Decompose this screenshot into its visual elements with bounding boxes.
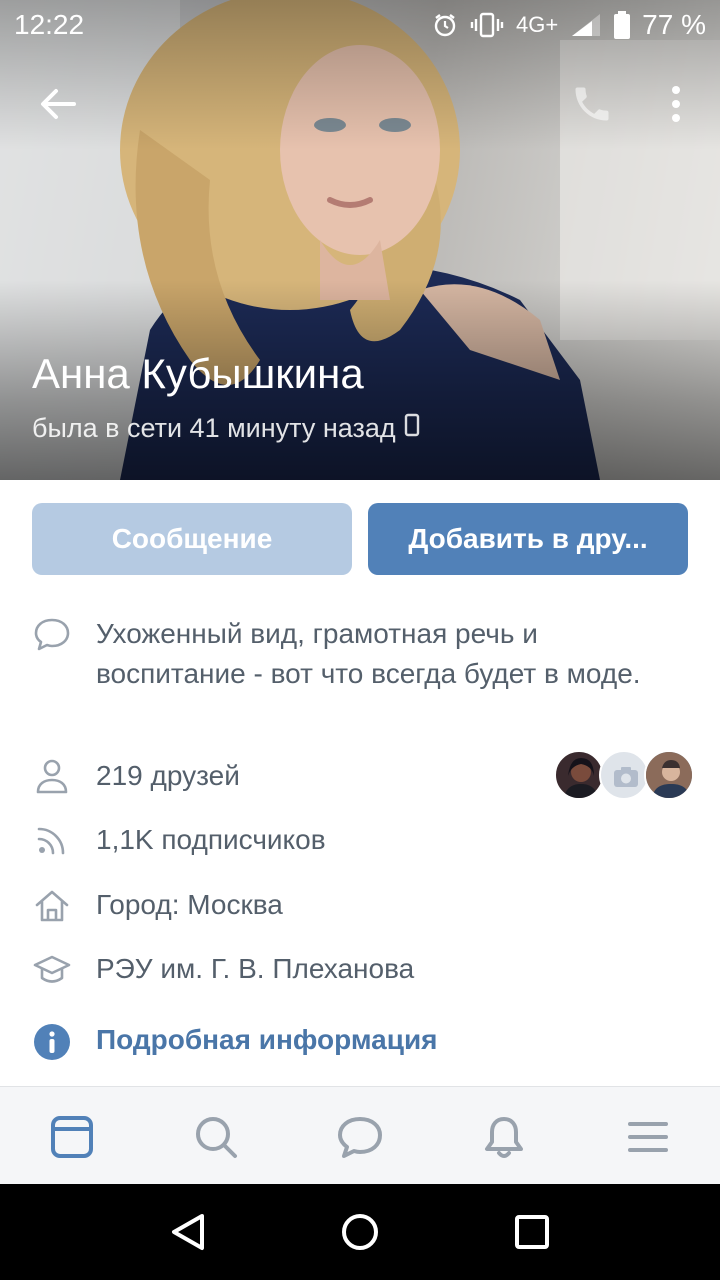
info-icon[interactable] [32, 1022, 72, 1062]
news-icon[interactable] [48, 1113, 96, 1161]
profile-about: Ухоженный вид, грамотная речь и воспитан… [96, 618, 641, 689]
add-friend-button[interactable]: Добавить в дру... [368, 503, 688, 575]
education-icon [32, 950, 72, 990]
last-seen-text: была в сети 41 минуту назад [32, 413, 396, 443]
menu-icon[interactable] [624, 1113, 672, 1161]
network-type: 4G+ [515, 12, 559, 37]
avatar[interactable] [644, 750, 694, 800]
battery-icon [614, 11, 631, 39]
followers-icon [32, 820, 72, 860]
signal-icon [570, 12, 602, 38]
messages-icon[interactable] [336, 1113, 384, 1161]
app-bar [0, 70, 720, 138]
bottom-tab-bar [0, 1086, 720, 1184]
back-arrow-icon[interactable] [34, 80, 82, 128]
status-time: 12:22 [14, 9, 85, 40]
search-icon[interactable] [192, 1113, 240, 1161]
friends-count[interactable]: 219 друзей [96, 760, 240, 792]
status-bar: 12:22 4G+ 77 % [0, 0, 720, 50]
friends-avatars[interactable] [554, 750, 694, 800]
more-vertical-icon[interactable] [660, 82, 692, 126]
followers-count[interactable]: 1,1K подписчиков [96, 824, 326, 856]
nav-back-icon[interactable] [166, 1210, 210, 1254]
mobile-device-icon [404, 413, 420, 444]
profile-name: Анна Кубышкина [32, 350, 364, 397]
phone-icon[interactable] [570, 82, 614, 126]
avatar[interactable] [554, 750, 604, 800]
nav-home-icon[interactable] [338, 1210, 382, 1254]
vibrate-icon [470, 12, 504, 38]
city: Город: Москва [96, 889, 283, 920]
friends-icon [32, 756, 72, 796]
battery-percent: 77 % [642, 9, 706, 40]
nav-recents-icon[interactable] [510, 1210, 554, 1254]
speech-bubble-icon [32, 614, 72, 654]
system-nav-bar [0, 1184, 720, 1280]
alarm-icon [432, 12, 458, 38]
message-button[interactable]: Сообщение [32, 503, 352, 575]
last-seen-status: была в сети 41 минуту назад [32, 413, 420, 444]
notifications-icon[interactable] [480, 1113, 528, 1161]
details-link[interactable]: Подробная информация [96, 1024, 438, 1056]
home-icon [32, 886, 72, 926]
avatar[interactable] [599, 750, 649, 800]
education: РЭУ им. Г. В. Плеханова [96, 953, 415, 984]
